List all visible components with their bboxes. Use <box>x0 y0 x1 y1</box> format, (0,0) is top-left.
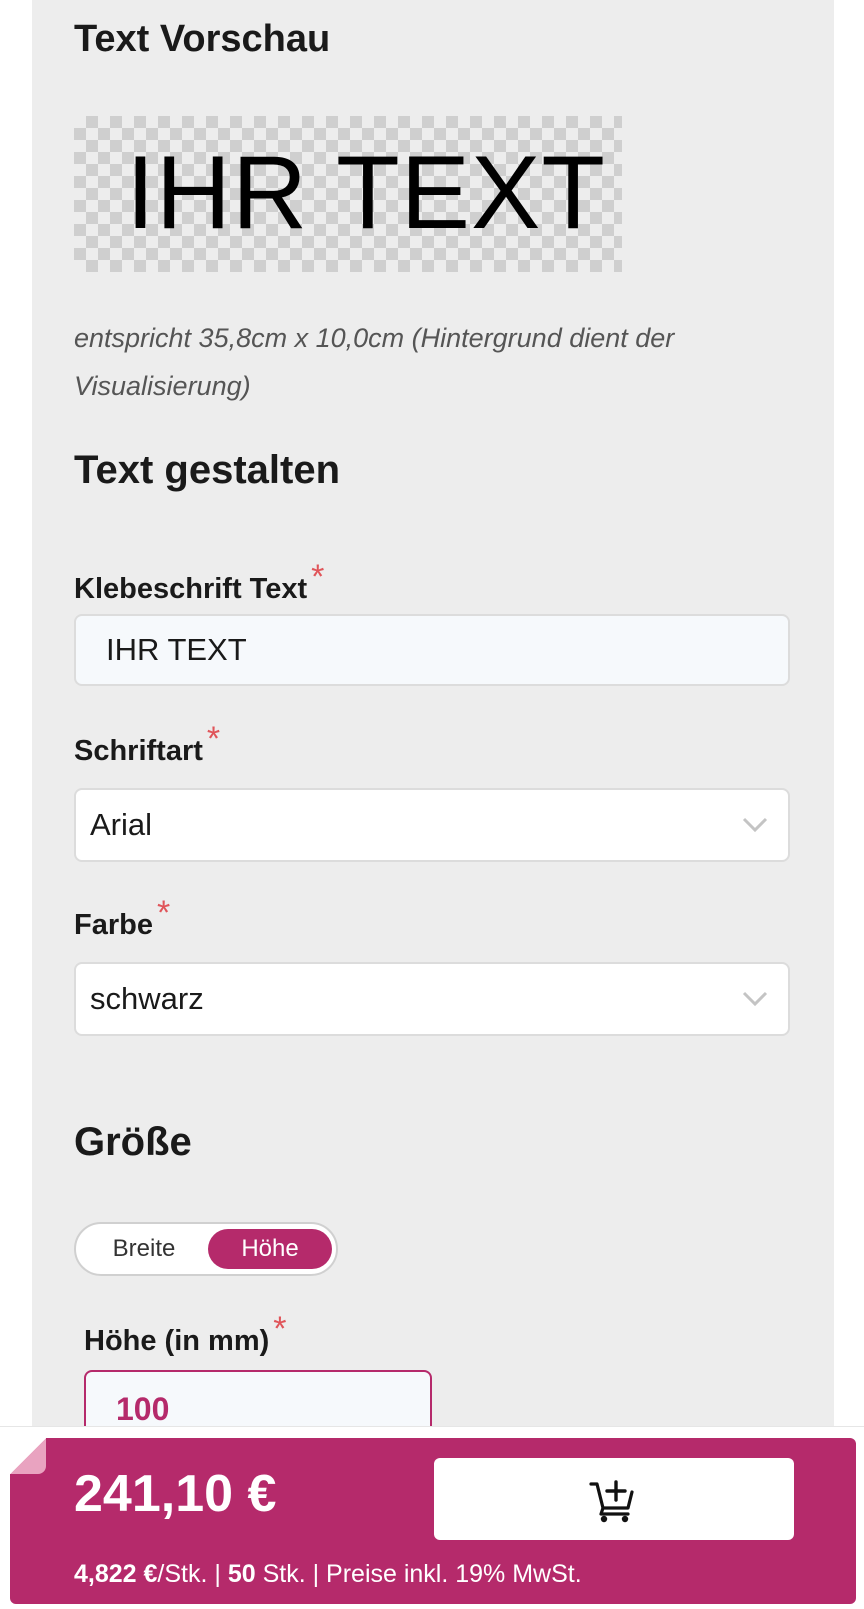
toggle-option-height[interactable]: Höhe <box>208 1229 332 1269</box>
preview-text: IHR TEXT <box>126 135 606 251</box>
font-select[interactable]: Arial <box>74 788 790 862</box>
unit-price: 4,822 € <box>74 1560 158 1588</box>
required-marker: * <box>273 1310 287 1348</box>
size-heading: Größe <box>74 1120 192 1164</box>
price-bar: 241,10 € 4,822 €/Stk. | 50 Stk. | Preise… <box>10 1438 856 1604</box>
total-price: 241,10 € <box>74 1465 277 1523</box>
text-input[interactable]: IHR TEXT <box>74 614 790 686</box>
chevron-down-icon <box>742 817 768 833</box>
corner-fold <box>10 1438 46 1474</box>
text-preview-canvas: IHR TEXT <box>74 116 622 272</box>
font-field-label: Schriftart * <box>74 720 221 767</box>
price-details: 4,822 €/Stk. | 50 Stk. | Preise inkl. 19… <box>74 1560 582 1588</box>
cart-add-icon <box>589 1480 634 1523</box>
text-field-label: Klebeschrift Text * <box>74 558 325 605</box>
toggle-option-width[interactable]: Breite <box>88 1229 200 1269</box>
size-mode-toggle: Breite Höhe <box>74 1222 338 1276</box>
color-select[interactable]: schwarz <box>74 962 790 1036</box>
color-select-value: schwarz <box>90 981 204 1016</box>
required-marker: * <box>156 894 171 932</box>
height-field-label: Höhe (in mm) * <box>84 1310 287 1357</box>
required-marker: * <box>311 558 325 596</box>
design-heading: Text gestalten <box>74 448 340 492</box>
font-select-value: Arial <box>90 807 153 842</box>
preview-heading: Text Vorschau <box>74 18 331 60</box>
color-field-label: Farbe * <box>74 894 171 941</box>
required-marker: * <box>206 720 221 758</box>
chevron-down-icon <box>742 991 768 1007</box>
quantity: 50 <box>227 1560 256 1588</box>
add-to-cart-button[interactable] <box>434 1458 794 1540</box>
preview-dimensions-note: entspricht 35,8cm x 10,0cm (Hintergrund … <box>74 323 675 401</box>
